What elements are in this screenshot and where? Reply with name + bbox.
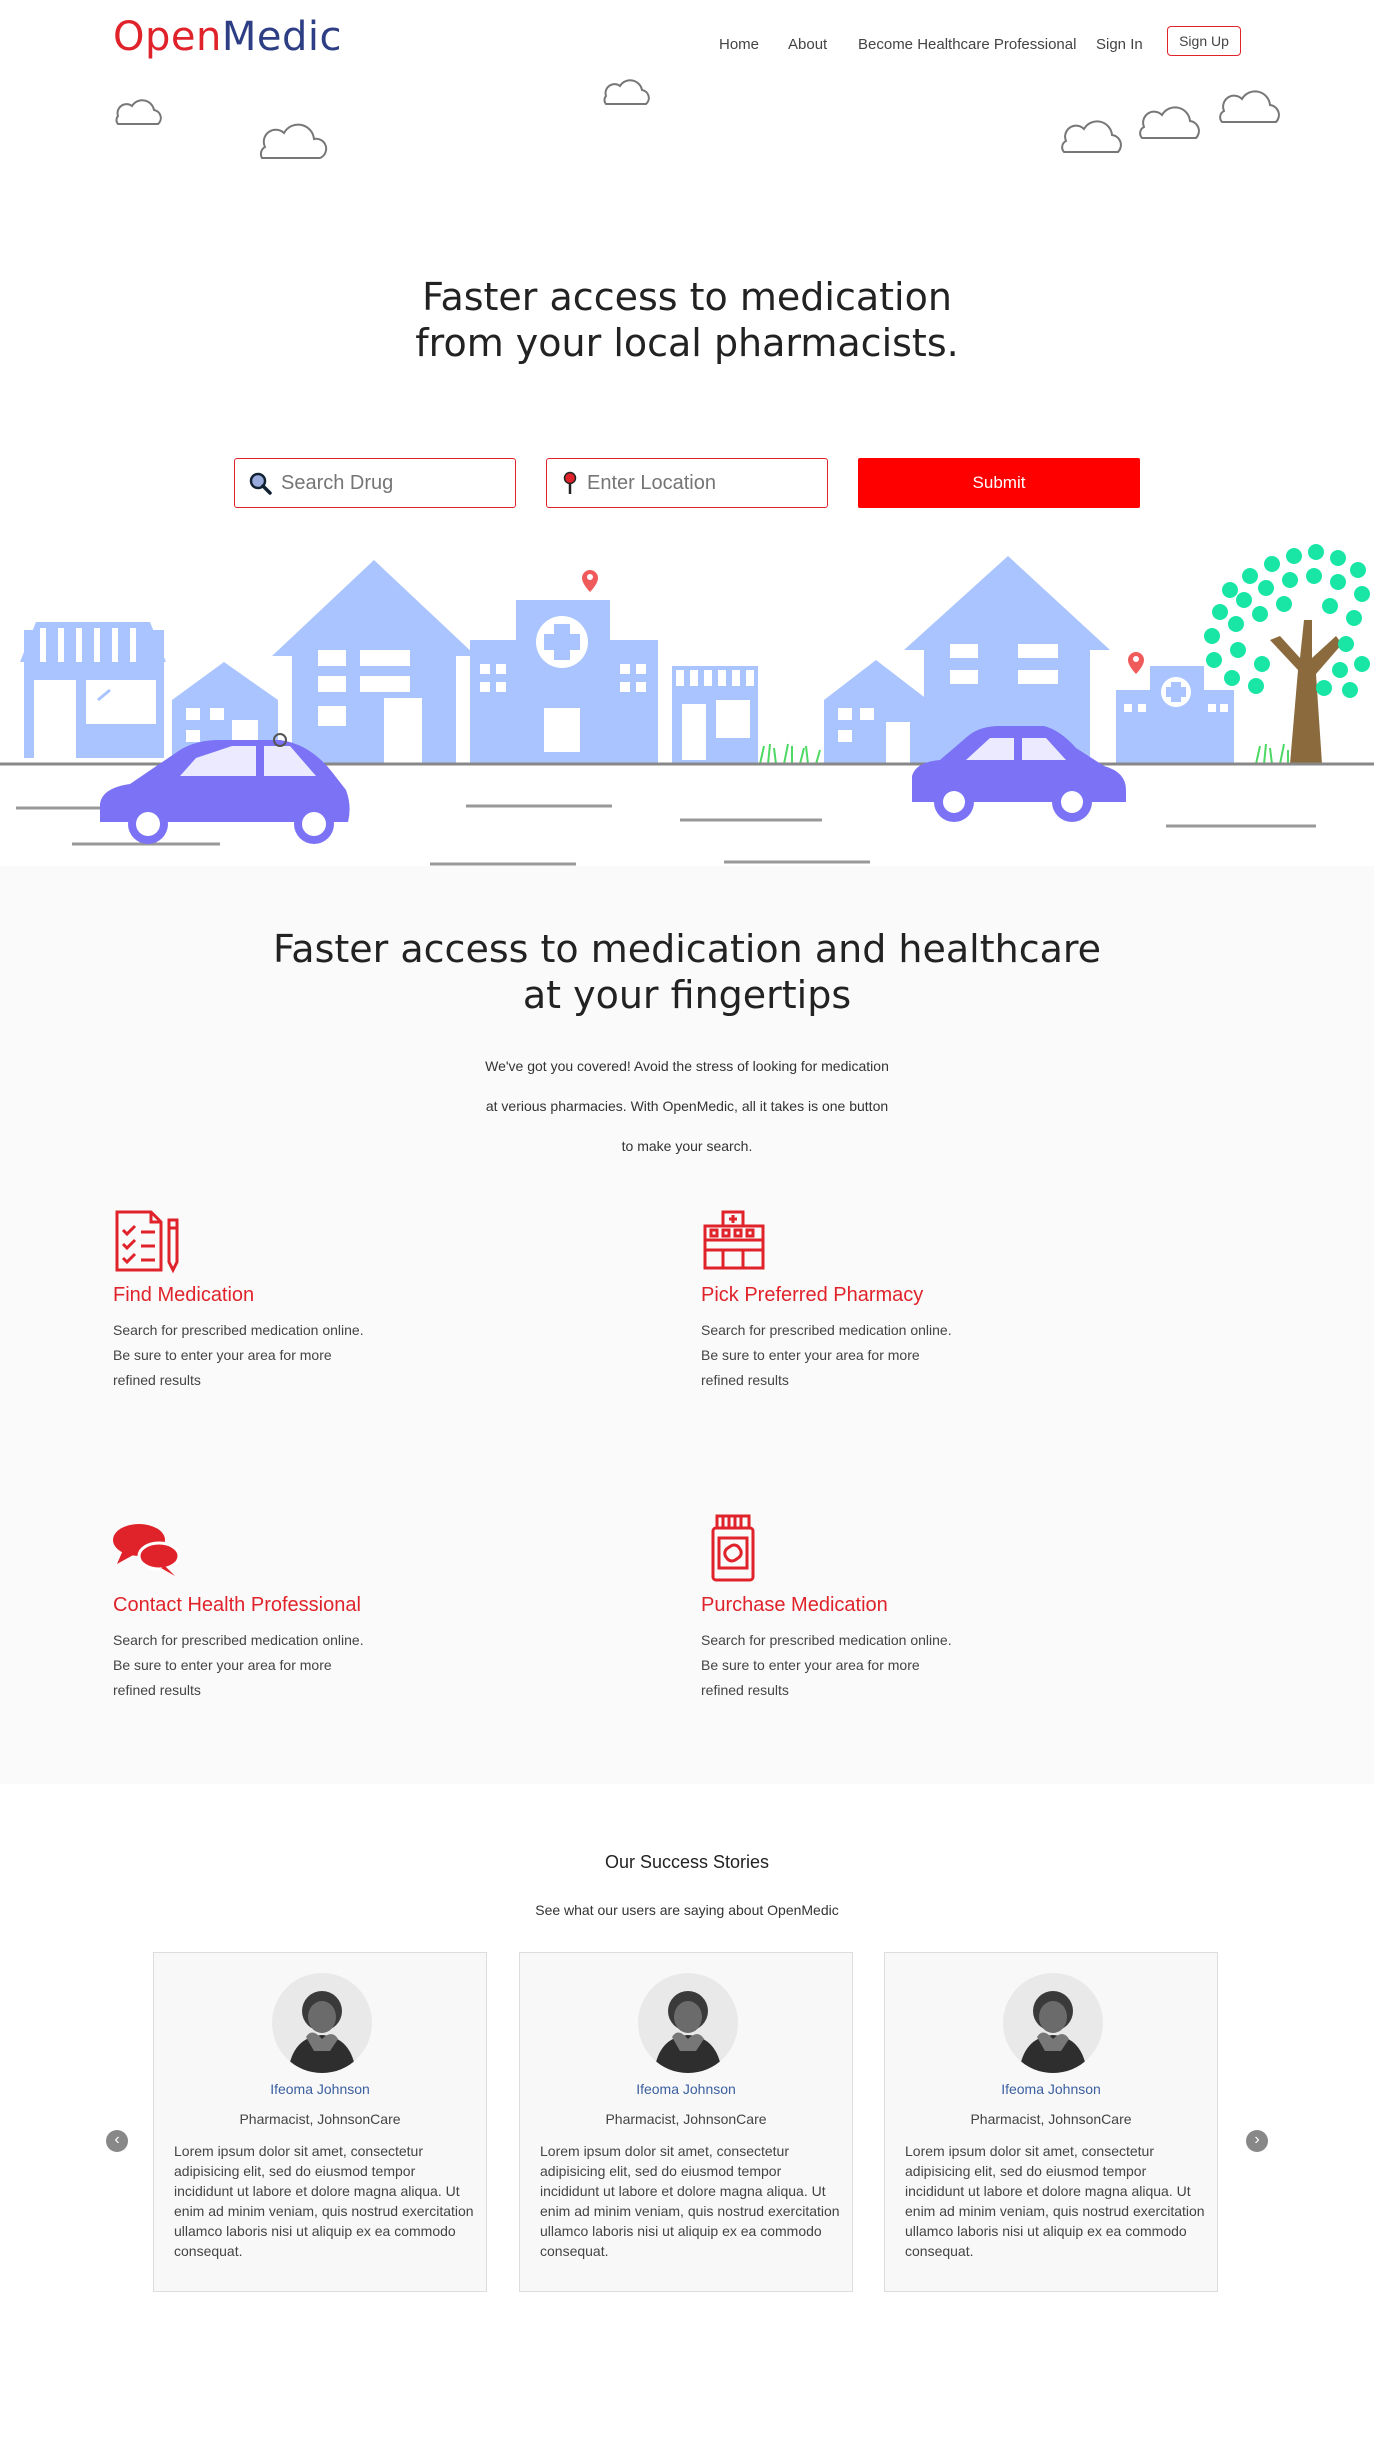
pharmacy-building-icon	[703, 1210, 765, 1270]
map-pin-icon	[1128, 652, 1144, 674]
drug-search-input[interactable]	[281, 471, 501, 495]
cloud-icon	[1139, 106, 1200, 139]
feature-desc-line: Search for prescribed medication online.	[113, 1632, 364, 1648]
carousel-prev-button[interactable]: ‹	[106, 2130, 128, 2152]
testimonial-name[interactable]: Ifeoma Johnson	[520, 2081, 852, 2097]
nav-become-professional-link[interactable]: Become Healthcare Professional	[858, 36, 1076, 53]
avatar	[1003, 1973, 1103, 2073]
features-desc-line1: We've got you covered! Avoid the stress …	[485, 1058, 889, 1074]
feature-desc-line: Be sure to enter your area for more	[113, 1347, 332, 1363]
testimonial-card: Ifeoma Johnson Pharmacist, JohnsonCare L…	[884, 1952, 1218, 2292]
cloud-icon	[603, 79, 650, 105]
testimonial-name[interactable]: Ifeoma Johnson	[885, 2081, 1217, 2097]
feature-title-find-medication: Find Medication	[113, 1284, 255, 1306]
cloud-icon	[1061, 120, 1122, 153]
feature-desc-line: Search for prescribed medication online.	[701, 1632, 952, 1648]
cloud-icon	[1219, 90, 1280, 123]
features-title-line1: Faster access to medication and healthca…	[272, 927, 1102, 971]
map-pin-icon	[582, 570, 598, 592]
clouds-decoration	[115, 79, 1280, 159]
house-icon	[824, 660, 928, 764]
medicine-bottle-icon	[711, 1514, 755, 1582]
testimonial-role: Pharmacist, JohnsonCare	[970, 2111, 1132, 2127]
feature-desc-line: refined results	[701, 1372, 789, 1388]
feature-desc-line: refined results	[701, 1682, 789, 1698]
hero-title: Faster access to medication from your lo…	[0, 274, 1374, 366]
cloud-icon	[259, 123, 328, 159]
testimonial-text: Lorem ipsum dolor sit amet, consectetur …	[540, 2143, 840, 2259]
stories-subtitle: See what our users are saying about Open…	[535, 1902, 839, 1918]
feature-desc-line: Search for prescribed medication online.	[701, 1322, 952, 1338]
feature-title-contact-professional: Contact Health Professional	[113, 1594, 361, 1616]
brand-logo-medic: Medic	[221, 14, 342, 60]
feature-desc-line: Be sure to enter your area for more	[113, 1657, 332, 1673]
house-icon	[272, 560, 476, 764]
store-building-icon	[672, 666, 758, 764]
feature-desc-line: Search for prescribed medication online.	[113, 1322, 364, 1338]
shop-building-icon	[20, 622, 166, 758]
nav-signin-link[interactable]: Sign In	[1096, 36, 1143, 53]
location-pin-icon	[557, 470, 583, 496]
features-description: We've got you covered! Avoid the stress …	[0, 1046, 1374, 1166]
stories-title: Our Success Stories	[604, 1852, 770, 1872]
features-title: Faster access to medication and healthca…	[0, 926, 1374, 1018]
feature-desc-find-medication: Search for prescribed medication online.…	[113, 1318, 413, 1393]
avatar	[272, 1973, 372, 2073]
feature-desc-line: refined results	[113, 1682, 201, 1698]
feature-desc-line: Be sure to enter your area for more	[701, 1657, 920, 1673]
nav-about-link[interactable]: About	[788, 36, 827, 53]
city-illustration	[0, 544, 1374, 866]
testimonial-text: Lorem ipsum dolor sit amet, consectetur …	[174, 2143, 474, 2259]
brand-logo-open: Open	[113, 14, 222, 60]
testimonial-role: Pharmacist, JohnsonCare	[239, 2111, 401, 2127]
location-field[interactable]	[546, 458, 828, 508]
testimonial-role: Pharmacist, JohnsonCare	[605, 2111, 767, 2127]
location-input[interactable]	[587, 471, 807, 495]
features-desc-line2: at verious pharmacies. With OpenMedic, a…	[485, 1098, 889, 1114]
feature-desc-purchase-medication: Search for prescribed medication online.…	[701, 1628, 1001, 1703]
feature-desc-line: Be sure to enter your area for more	[701, 1347, 920, 1363]
hospital-building-icon	[1116, 666, 1234, 764]
search-icon	[247, 470, 273, 496]
checklist-icon	[115, 1210, 179, 1274]
drug-search-field[interactable]	[234, 458, 516, 508]
testimonial-card: Ifeoma Johnson Pharmacist, JohnsonCare L…	[153, 1952, 487, 2292]
hero-title-line2: from your local pharmacists.	[415, 321, 959, 365]
features-title-line2: at your fingertips	[522, 973, 852, 1017]
testimonial-text: Lorem ipsum dolor sit amet, consectetur …	[905, 2143, 1205, 2259]
testimonial-name[interactable]: Ifeoma Johnson	[154, 2081, 486, 2097]
feature-desc-line: refined results	[113, 1372, 201, 1388]
cloud-icon	[115, 99, 162, 125]
submit-button[interactable]: Submit	[858, 458, 1140, 508]
brand-logo[interactable]: OpenMedic	[113, 14, 342, 60]
nav-home-link[interactable]: Home	[719, 36, 759, 53]
feature-title-pick-pharmacy: Pick Preferred Pharmacy	[701, 1284, 924, 1306]
feature-desc-pick-pharmacy: Search for prescribed medication online.…	[701, 1318, 1001, 1393]
hero-title-line1: Faster access to medication	[422, 275, 952, 319]
signup-button[interactable]: Sign Up	[1167, 26, 1241, 56]
chat-bubbles-icon	[113, 1524, 181, 1576]
feature-title-purchase-medication: Purchase Medication	[701, 1594, 888, 1616]
testimonial-card: Ifeoma Johnson Pharmacist, JohnsonCare L…	[519, 1952, 853, 2292]
avatar	[638, 1973, 738, 2073]
hospital-building-icon	[470, 600, 658, 764]
features-desc-line3: to make your search.	[621, 1138, 753, 1154]
feature-desc-contact-professional: Search for prescribed medication online.…	[113, 1628, 413, 1703]
carousel-next-button[interactable]: ›	[1246, 2130, 1268, 2152]
